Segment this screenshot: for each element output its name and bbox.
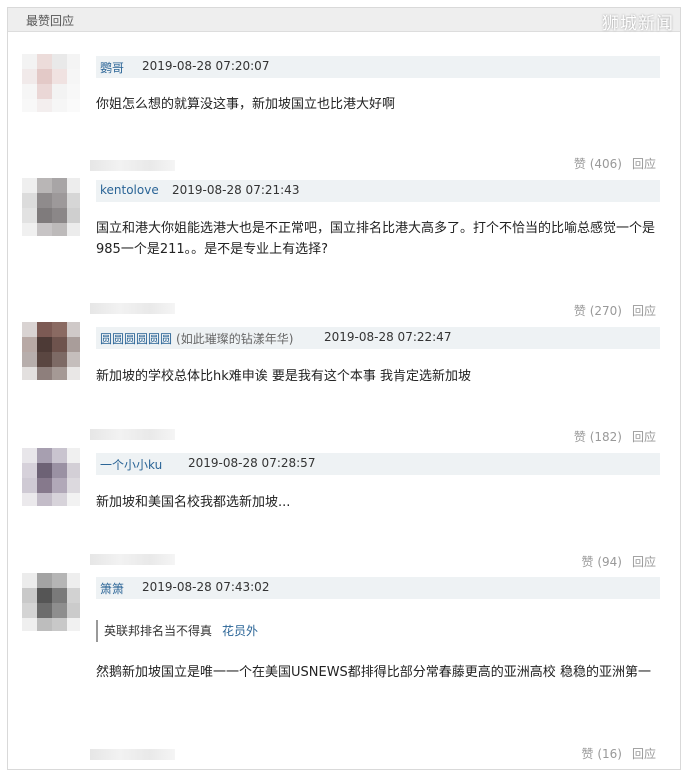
comment-meta: 箫箫 2019-08-28 07:43:02 [96,577,660,599]
like-button[interactable]: 赞 (270) [574,302,622,319]
blurred-content [90,429,175,440]
comment-meta: 鹦哥 2019-08-28 07:20:07 [96,56,660,78]
comment-actions: 赞 (94) 回应 [582,553,657,570]
avatar[interactable] [22,178,80,236]
like-count: (270) [589,304,622,318]
section-title: 最赞回应 [26,14,75,28]
avatar[interactable] [22,573,80,631]
username-link[interactable]: 一个小小ku [100,456,162,473]
like-button[interactable]: 赞 (16) [582,745,622,762]
blurred-content [90,303,175,314]
reply-button[interactable]: 回应 [632,428,656,445]
username-link[interactable]: kentolove [100,183,159,197]
comment-actions: 赞 (16) 回应 [582,745,657,762]
avatar[interactable] [22,54,80,112]
user-subtitle: (如此璀璨的钻漾年华) [176,332,294,346]
reply-button[interactable]: 回应 [632,745,656,762]
reply-button[interactable]: 回应 [632,553,656,570]
comment-timestamp: 2019-08-28 07:28:57 [188,456,316,470]
comment-text: 你姐怎么想的就算没这事，新加坡国立也比港大好啊 [96,97,396,112]
like-button[interactable]: 赞 (406) [574,155,622,172]
reply-button[interactable]: 回应 [632,155,656,172]
username-link[interactable]: 圆圆圆圆圆圆 (如此璀璨的钻漾年华) [100,330,293,347]
comment-meta: kentolove 2019-08-28 07:21:43 [96,180,660,202]
comment-timestamp: 2019-08-28 07:22:47 [324,330,452,344]
comment-text: 新加坡的学校总体比hk难申诶 要是我有这个本事 我肯定选新加坡 [96,369,472,384]
blurred-content [90,554,175,565]
comment-actions: 赞 (406) 回应 [574,155,656,172]
like-button[interactable]: 赞 (182) [574,428,622,445]
comment-actions: 赞 (182) 回应 [574,428,656,445]
avatar[interactable] [22,322,80,380]
quoted-comment: 英联邦排名当不得真 花员外 [96,620,664,642]
comment-meta: 圆圆圆圆圆圆 (如此璀璨的钻漾年华) 2019-08-28 07:22:47 [96,327,660,349]
comments-panel: 最赞回应 狮城新闻 鹦哥 2019-08-28 07:20:07 你姐怎么想的就… [7,7,681,770]
reply-button[interactable]: 回应 [632,302,656,319]
quote-text: 英联邦排名当不得真 [104,624,213,638]
like-count: (94) [597,555,622,569]
blurred-content [90,160,175,171]
quote-author-link[interactable]: 花员外 [222,624,258,638]
comment-meta: 一个小小ku 2019-08-28 07:28:57 [96,453,660,475]
comment-actions: 赞 (270) 回应 [574,302,656,319]
comment-text: 新加坡和美国名校我都选新加坡... [96,495,291,510]
like-count: (406) [589,157,622,171]
section-header: 最赞回应 狮城新闻 [8,8,680,34]
username-link[interactable]: 鹦哥 [100,59,124,76]
blurred-content [90,749,175,760]
comment-text: 国立和港大你姐能选港大也是不正常吧，国立排名比港大高多了。打个不恰当的比喻总感觉… [96,221,656,257]
comment-timestamp: 2019-08-28 07:20:07 [142,59,270,73]
like-count: (16) [597,747,622,761]
watermark-logo: 狮城新闻 [602,14,674,34]
like-count: (182) [589,430,622,444]
comment-timestamp: 2019-08-28 07:43:02 [142,580,270,594]
like-button[interactable]: 赞 (94) [582,553,622,570]
comment-text: 然鹅新加坡国立是唯一一个在美国USNEWS都排得比部分常春藤更高的亚洲高校 稳稳… [96,665,651,680]
comment-timestamp: 2019-08-28 07:21:43 [172,183,300,197]
avatar[interactable] [22,448,80,506]
username-link[interactable]: 箫箫 [100,580,124,597]
